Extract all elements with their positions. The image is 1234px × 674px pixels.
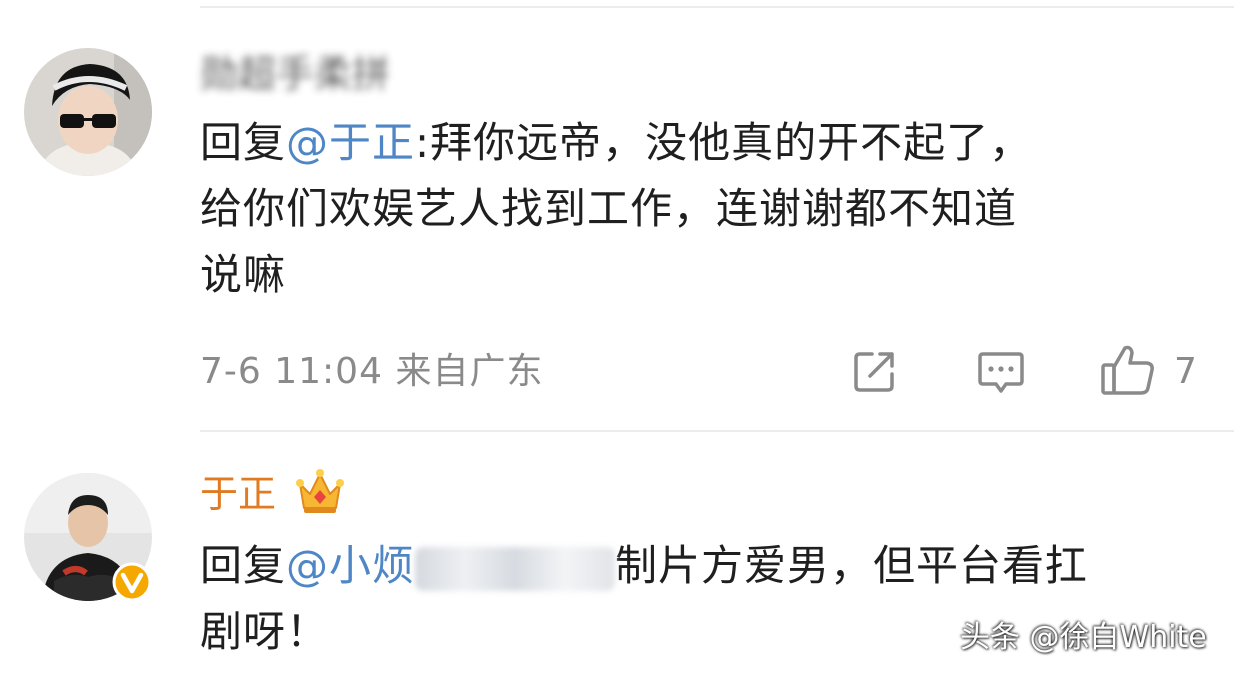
like-count: 7 bbox=[1174, 351, 1197, 392]
avatar-image-1 bbox=[24, 48, 152, 176]
like-icon bbox=[1101, 345, 1154, 395]
share-icon bbox=[854, 352, 894, 392]
comment-text-line: 说嘛 bbox=[200, 250, 287, 299]
comment-meta: 7-6 11:04 来自广东 bbox=[200, 348, 543, 396]
avatar[interactable] bbox=[24, 48, 152, 176]
like-button[interactable] bbox=[1100, 343, 1156, 397]
comment-username[interactable]: 于正 bbox=[200, 472, 276, 516]
comment-body: 回复@于正:拜你远帝，没他真的开不起了， 给你们欢娱艺人找到工作，连谢谢都不知道… bbox=[200, 110, 1210, 308]
top-divider bbox=[200, 6, 1234, 8]
mention-link[interactable]: @小烦 bbox=[286, 541, 415, 590]
comment-text-line: :拜你远帝，没他真的开不起了， bbox=[415, 118, 1033, 167]
comment-username[interactable]: 勋超手柔拼 bbox=[200, 52, 390, 96]
watermark-label: 头条 @徐白White bbox=[960, 620, 1207, 655]
reply-prefix: 回复 bbox=[200, 118, 287, 167]
verified-badge-icon bbox=[112, 562, 152, 602]
comment-text-line: 给你们欢娱艺人找到工作，连谢谢都不知道 bbox=[200, 184, 1018, 233]
comment-icon bbox=[978, 352, 1024, 393]
vip-crown bbox=[294, 466, 346, 516]
timestamp: 7-6 11:04 bbox=[200, 351, 383, 392]
mention-link[interactable]: @于正 bbox=[286, 118, 415, 167]
comment-button[interactable] bbox=[976, 346, 1026, 396]
comment-text-line: 制片方爱男，但平台看扛 bbox=[615, 541, 1089, 590]
crown-icon bbox=[296, 469, 344, 513]
location-label: 来自广东 bbox=[395, 351, 544, 392]
share-button[interactable] bbox=[850, 346, 900, 396]
redacted-text bbox=[415, 546, 616, 591]
comment-divider bbox=[200, 430, 1234, 432]
reply-prefix: 回复 bbox=[200, 541, 287, 590]
comment-text-line: 剧呀！ bbox=[200, 607, 330, 656]
verified-badge bbox=[112, 562, 152, 602]
